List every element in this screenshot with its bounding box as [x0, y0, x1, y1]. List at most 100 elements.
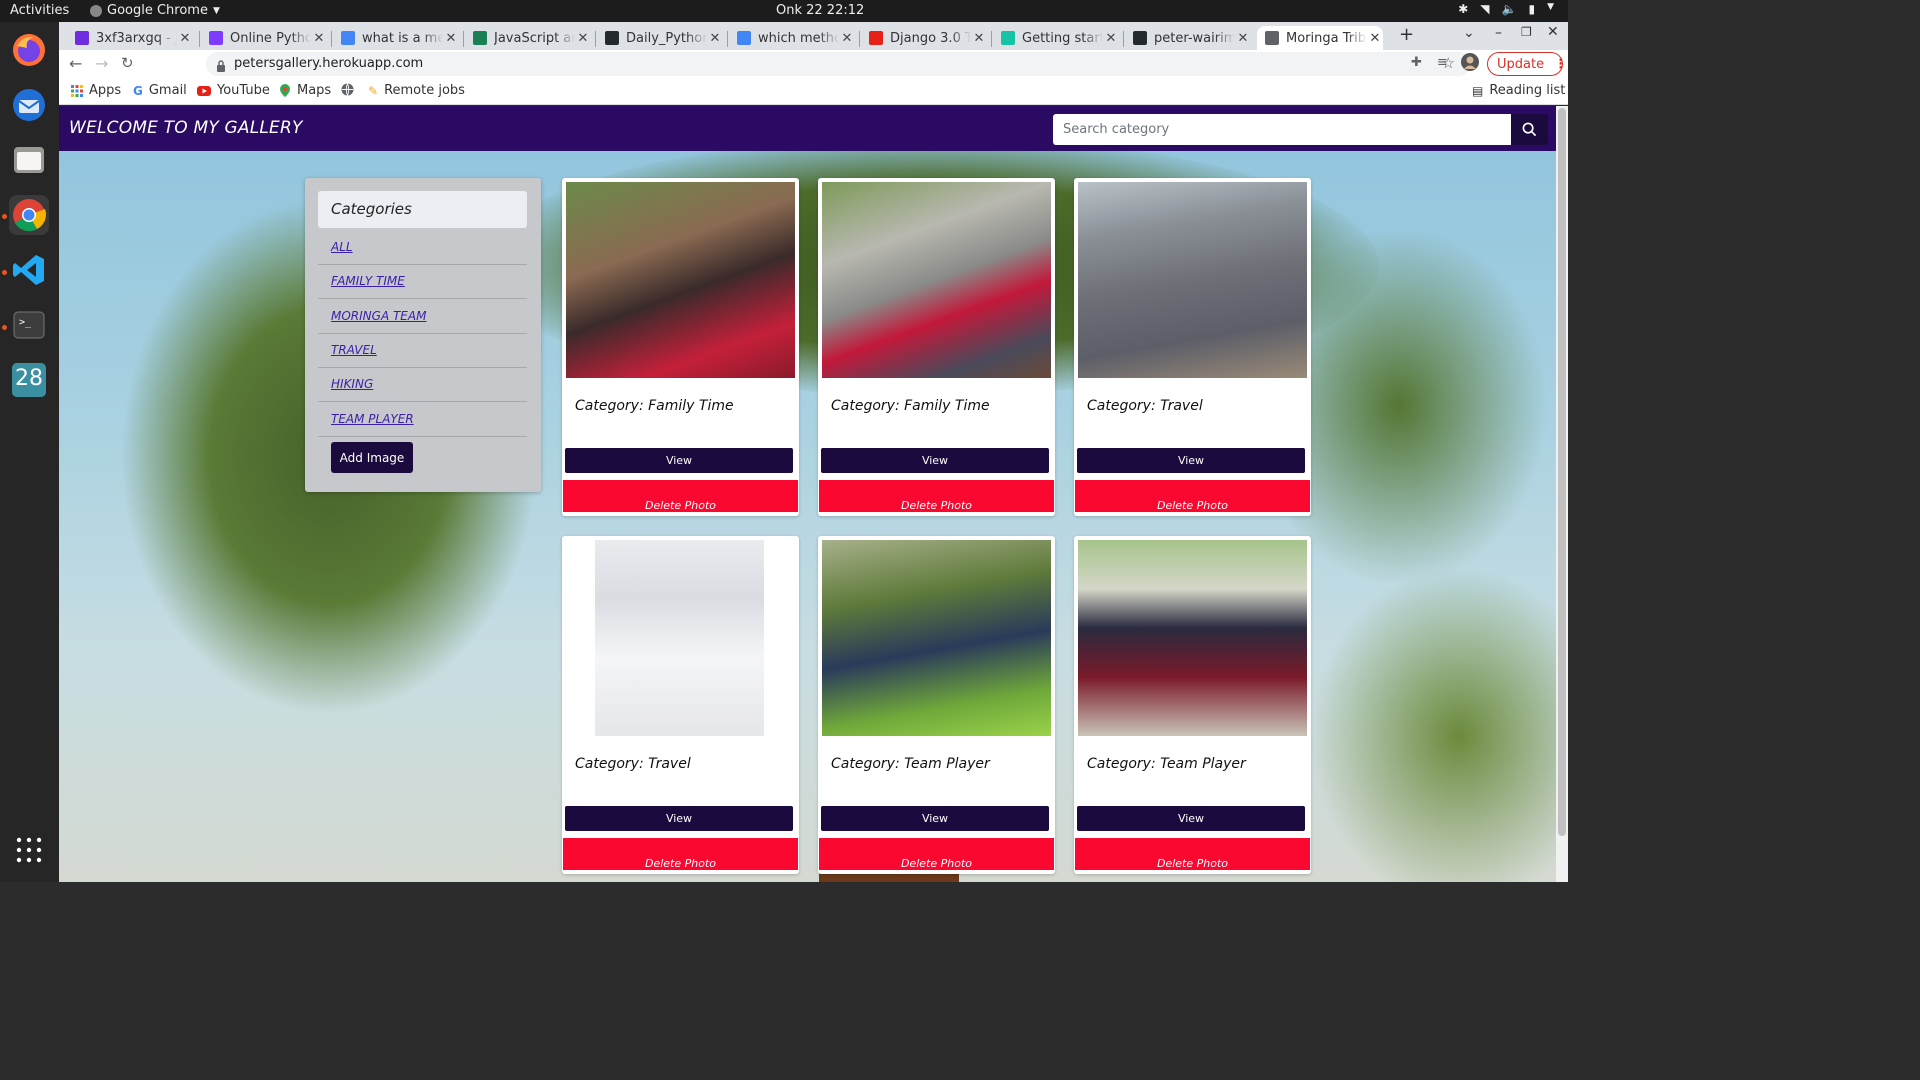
browser-tab[interactable]: JavaScript and✕ — [465, 26, 591, 50]
add-image-button[interactable]: Add Image — [331, 442, 413, 473]
page-scrollbar[interactable] — [1556, 106, 1568, 882]
browser-tab[interactable]: Daily_Python_✕ — [597, 26, 723, 50]
category-link[interactable]: ALL — [331, 240, 353, 254]
thunderbird-icon[interactable] — [9, 85, 49, 125]
tab-favicon-icon — [1001, 31, 1015, 45]
gallery-photo[interactable] — [822, 540, 1051, 736]
network-icon: ✱ — [1458, 2, 1469, 16]
delete-photo-button[interactable]: Delete Photo — [563, 480, 798, 512]
view-button[interactable]: View — [1077, 806, 1305, 831]
activities-button[interactable]: Activities — [10, 3, 69, 18]
tab-close-icon[interactable]: ✕ — [1103, 31, 1119, 46]
back-icon[interactable]: ← — [69, 54, 82, 73]
tab-close-icon[interactable]: ✕ — [575, 31, 591, 46]
calendar-icon[interactable]: 28 — [9, 360, 49, 400]
categories-header: Categories — [318, 191, 527, 228]
new-tab-icon[interactable]: + — [1399, 24, 1414, 45]
view-button[interactable]: View — [821, 806, 1049, 831]
bookmark-item[interactable]: ✎ Remote jobs — [368, 83, 465, 98]
browser-tab[interactable]: which method✕ — [729, 26, 855, 50]
tab-close-icon[interactable]: ✕ — [1367, 31, 1383, 46]
tab-close-icon[interactable]: ✕ — [707, 31, 723, 46]
browser-tab[interactable]: 3xf3arxgq - JavaScript✕ — [67, 26, 193, 50]
delete-photo-button[interactable]: Delete Photo — [563, 838, 798, 870]
delete-photo-button[interactable]: Delete Photo — [819, 480, 1054, 512]
view-button[interactable]: View — [821, 448, 1049, 473]
media-control-icon[interactable]: ≡ — [1437, 55, 1448, 70]
browser-tab[interactable]: Online Python✕ — [201, 26, 327, 50]
firefox-icon[interactable] — [9, 30, 49, 70]
category-link[interactable]: HIKING — [331, 377, 373, 391]
files-icon[interactable] — [9, 140, 49, 180]
browser-tab[interactable]: what is a method✕ — [333, 26, 459, 50]
profile-avatar[interactable] — [1461, 53, 1479, 75]
address-bar[interactable]: petersgallery.herokuapp.com ☆ — [206, 52, 1471, 76]
browser-tab[interactable]: Django 3.0 Tutorial✕ — [861, 26, 987, 50]
forward-icon[interactable]: → — [95, 54, 108, 73]
delete-photo-button[interactable]: Delete Photo — [1075, 480, 1310, 512]
browser-tab[interactable]: Moringa Tribune✕ — [1257, 26, 1383, 50]
view-button[interactable]: View — [565, 448, 793, 473]
tab-label: Django 3.0 Tutorial — [890, 30, 971, 46]
tab-close-icon[interactable]: ✕ — [1235, 31, 1251, 46]
bookmark-item[interactable] — [341, 83, 354, 96]
bookmark-item[interactable]: Apps — [71, 83, 121, 98]
tab-separator — [199, 31, 200, 47]
category-link[interactable]: TRAVEL — [331, 343, 377, 357]
tab-separator — [727, 31, 728, 47]
gallery-photo[interactable] — [1078, 540, 1307, 736]
gallery-photo[interactable] — [1078, 182, 1307, 378]
clock[interactable]: Onk 22 22:12 — [776, 3, 864, 18]
search-button[interactable] — [1511, 114, 1548, 145]
gallery-photo[interactable] — [595, 540, 764, 736]
delete-photo-button[interactable]: Delete Photo — [1075, 838, 1310, 870]
vscode-icon[interactable] — [9, 250, 49, 290]
tab-search-icon[interactable]: ⌄ — [1463, 25, 1475, 41]
system-tray[interactable]: ✱ ◥ 🔈 ▮ ▼ — [1458, 2, 1554, 16]
close-window-icon[interactable]: ✕ — [1547, 24, 1559, 40]
terminal-icon[interactable]: >_ — [9, 305, 49, 345]
tab-close-icon[interactable]: ✕ — [443, 31, 459, 46]
tab-separator — [331, 31, 332, 47]
site-brand[interactable]: WELCOME TO MY GALLERY — [69, 118, 303, 138]
category-link-item[interactable]: MORINGA TEAM — [318, 300, 527, 334]
lock-icon[interactable] — [216, 57, 226, 76]
search-category-input[interactable] — [1053, 114, 1511, 145]
tab-label: JavaScript and — [494, 30, 575, 46]
bookmark-item[interactable]: G Gmail — [133, 83, 187, 98]
chrome-icon[interactable] — [9, 195, 49, 235]
show-apps-icon[interactable] — [9, 830, 49, 870]
category-link-item[interactable]: TEAM PLAYER — [318, 403, 527, 437]
delete-photo-button[interactable]: Delete Photo — [819, 838, 1054, 870]
scrollbar-thumb[interactable] — [1558, 108, 1566, 836]
category-link[interactable]: MORINGA TEAM — [331, 309, 426, 323]
gallery-photo[interactable] — [566, 182, 795, 378]
browser-tab[interactable]: Getting started✕ — [993, 26, 1119, 50]
browser-tab[interactable]: peter-wairimu✕ — [1125, 26, 1251, 50]
update-button[interactable]: Update ⋮ — [1487, 52, 1567, 76]
tab-close-icon[interactable]: ✕ — [311, 31, 327, 46]
tab-label: Getting started — [1022, 30, 1103, 46]
category-link-item[interactable]: TRAVEL — [318, 334, 527, 368]
view-button[interactable]: View — [565, 806, 793, 831]
category-link[interactable]: FAMILY TIME — [331, 274, 405, 288]
tab-label: 3xf3arxgq - JavaScript — [96, 30, 177, 46]
category-link-item[interactable]: HIKING — [318, 368, 527, 403]
category-link[interactable]: TEAM PLAYER — [331, 412, 414, 426]
app-menu[interactable]: Google Chrome ▼ — [90, 3, 220, 18]
reading-list[interactable]: ▤ Reading list — [1472, 83, 1565, 98]
minimize-icon[interactable]: – — [1495, 25, 1502, 41]
category-link-item[interactable]: FAMILY TIME — [318, 265, 527, 300]
tab-close-icon[interactable]: ✕ — [839, 31, 855, 46]
card-category-caption: Category: Family Time — [575, 398, 734, 414]
reload-icon[interactable]: ↻ — [121, 54, 134, 72]
bookmark-item[interactable]: Maps — [279, 83, 331, 98]
tab-close-icon[interactable]: ✕ — [971, 31, 987, 46]
view-button[interactable]: View — [1077, 448, 1305, 473]
tab-close-icon[interactable]: ✕ — [177, 31, 193, 46]
gallery-photo[interactable] — [822, 182, 1051, 378]
extensions-icon[interactable]: ✚ — [1411, 55, 1422, 70]
category-link-item[interactable]: ALL — [318, 231, 527, 265]
restore-icon[interactable]: ❐ — [1521, 25, 1532, 39]
bookmark-item[interactable]: YouTube — [197, 83, 270, 98]
